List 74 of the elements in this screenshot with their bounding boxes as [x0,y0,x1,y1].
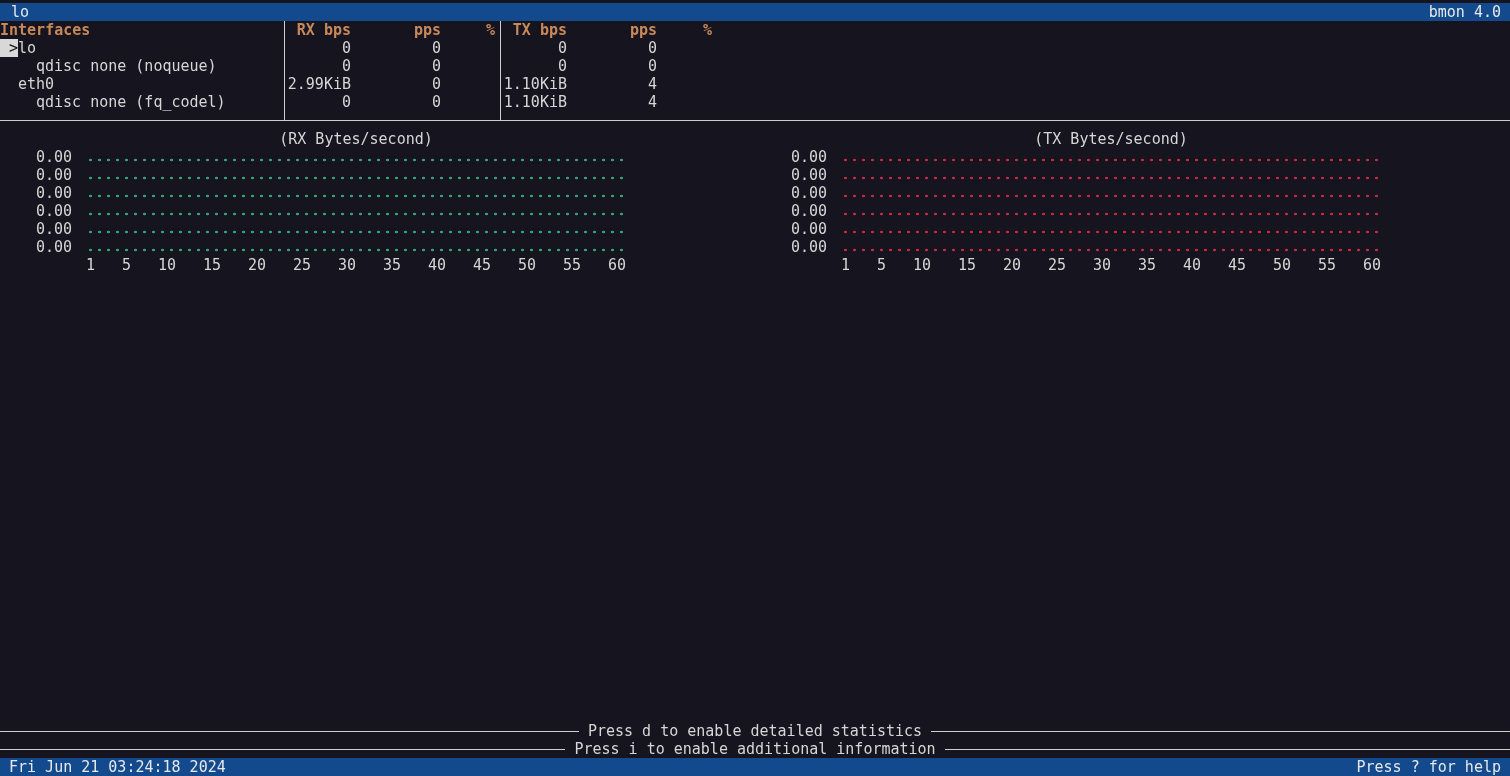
x-axis-label: 25 [1048,256,1067,274]
x-axis-label: 50 [518,256,537,274]
table-cell: 1.10KiB [503,93,567,111]
status-datetime: Fri Jun 21 03:24:18 2024 [9,758,226,776]
x-axis-label: 55 [1318,256,1337,274]
x-axis-label: 35 [383,256,402,274]
interface-name[interactable]: qdisc none (fq_codel) [36,93,226,111]
hint-text: Press i to enable additional information [573,740,937,758]
selection-cursor: > [0,39,18,57]
y-axis-label: 0.00 [790,202,827,220]
y-axis-label: 0.00 [790,220,827,238]
x-axis-label: 10 [158,256,177,274]
y-axis-label: 0.00 [790,238,827,256]
table-cell: 1.10KiB [503,75,567,93]
app-version: bmon 4.0 [1428,3,1501,21]
table-cell: 4 [647,75,657,93]
x-axis-label: 50 [1273,256,1292,274]
column-header: pps [413,21,441,39]
x-axis-label: 35 [1138,256,1157,274]
y-axis-label: 0.00 [790,166,827,184]
table-cell: 0 [431,39,441,57]
table-cell: 2.99KiB [287,75,351,93]
column-header: pps [629,21,657,39]
hint-text: Press d to enable detailed statistics [586,722,924,740]
y-axis-label: 0.00 [35,220,72,238]
window-title: lo [10,3,30,21]
interface-name[interactable]: qdisc none (noqueue) [36,57,217,75]
x-axis-label: 60 [608,256,627,274]
table-cell: 0 [647,39,657,57]
table-cell: 0 [431,75,441,93]
x-axis-label: 20 [248,256,267,274]
x-axis-label: 5 [877,256,887,274]
table-cell: 0 [431,57,441,75]
table-cell: 0 [341,39,351,57]
x-axis-label: 5 [122,256,132,274]
y-axis-label: 0.00 [35,238,72,256]
table-cell: 4 [647,93,657,111]
y-axis-label: 0.00 [35,166,72,184]
x-axis-label: 45 [473,256,492,274]
x-axis-label: 10 [913,256,932,274]
column-header: RX bps [296,21,351,39]
graph-title: (TX Bytes/second) [1034,130,1188,148]
y-axis-label: 0.00 [790,184,827,202]
x-axis-label: 25 [293,256,312,274]
x-axis-label: 30 [338,256,357,274]
table-cell: 0 [557,57,567,75]
column-header: Interfaces [0,21,91,39]
column-header: TX bps [512,21,567,39]
interface-name[interactable]: eth0 [18,75,55,93]
x-axis-label: 1 [86,256,96,274]
y-axis-label: 0.00 [35,202,72,220]
y-axis-label: 0.00 [35,184,72,202]
graph-title: (RX Bytes/second) [279,130,433,148]
x-axis-label: 20 [1003,256,1022,274]
x-axis-label: 40 [1183,256,1202,274]
table-cell: 0 [431,93,441,111]
x-axis-label: 30 [1093,256,1112,274]
x-axis-label: 40 [428,256,447,274]
table-cell: 0 [341,93,351,111]
column-header: % [702,21,712,39]
x-axis-label: 15 [958,256,977,274]
x-axis-label: 55 [563,256,582,274]
interface-name[interactable]: lo [18,39,37,57]
help-hint: Press ? for help [1356,758,1501,776]
x-axis-label: 15 [203,256,222,274]
table-cell: 0 [341,57,351,75]
x-axis-label: 1 [841,256,851,274]
table-cell: 0 [647,57,657,75]
x-axis-label: 45 [1228,256,1247,274]
table-cell: 0 [557,39,567,57]
column-header: % [485,21,495,39]
x-axis-label: 60 [1363,256,1382,274]
y-axis-label: 0.00 [790,148,827,166]
y-axis-label: 0.00 [35,148,72,166]
